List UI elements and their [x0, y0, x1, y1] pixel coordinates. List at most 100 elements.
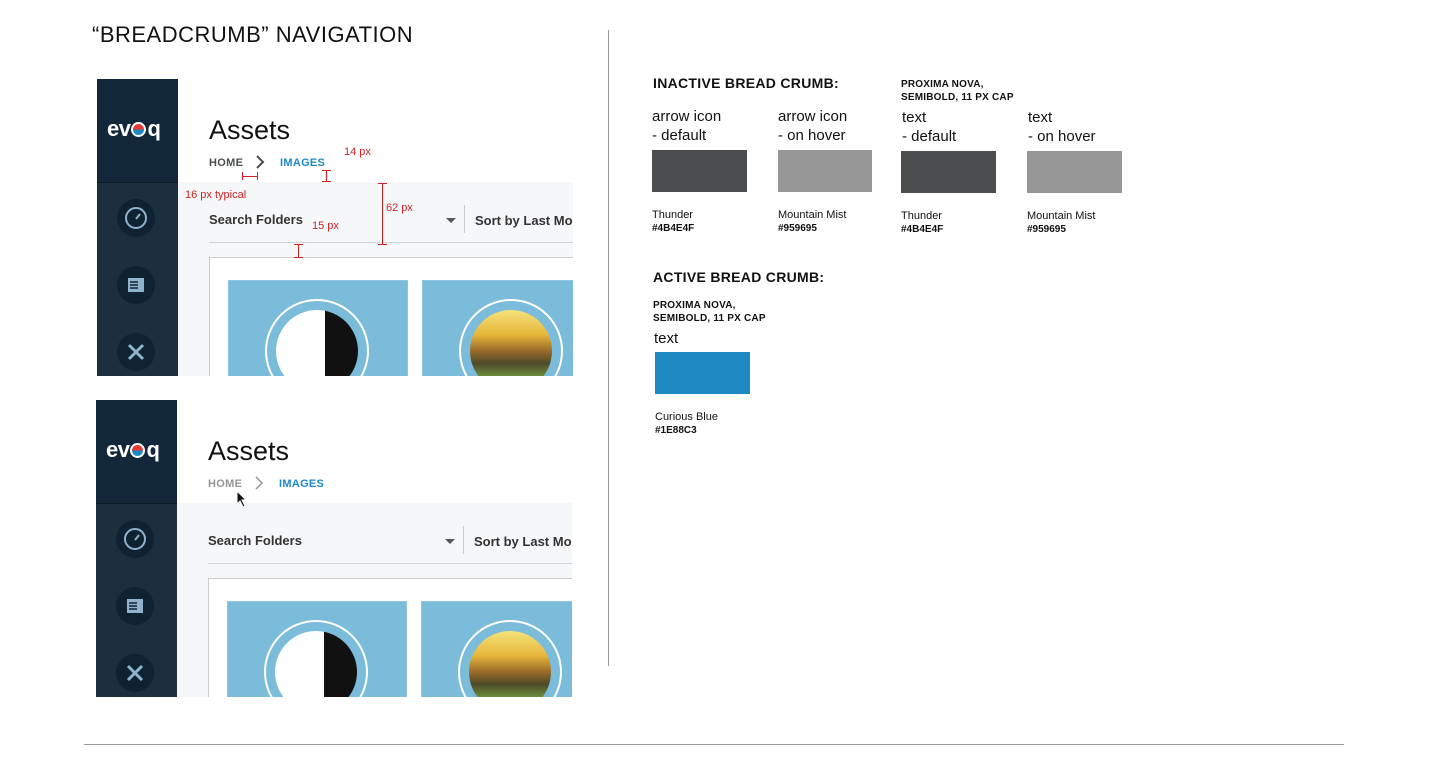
chevron-down-icon[interactable]	[445, 539, 455, 544]
annotation-line	[294, 257, 303, 258]
font-note-line: SEMIBOLD, 11 PX CAP	[653, 313, 766, 324]
chevron-down-icon[interactable]	[446, 218, 456, 223]
active-font-note: PROXIMA NOVA, SEMIBOLD, 11 PX CAP	[653, 299, 766, 325]
font-note-line: PROXIMA NOVA,	[901, 79, 984, 90]
vertical-divider	[608, 30, 609, 666]
color-name: Curious Blue	[655, 411, 718, 423]
swatch-curious-blue	[655, 352, 750, 394]
annotation-16px: 16 px typical	[185, 189, 247, 201]
color-name: Mountain Mist	[1027, 210, 1096, 222]
font-note-line: SEMIBOLD, 11 PX CAP	[901, 92, 1014, 103]
swatch-label-line: text	[1028, 109, 1053, 126]
breadcrumb-arrow-icon	[254, 475, 264, 496]
toolbar-separator	[464, 205, 465, 233]
color-name: Mountain Mist	[778, 209, 847, 221]
swatch-mountain-mist	[778, 150, 872, 192]
thumbnail-image	[470, 310, 552, 376]
annotation-15px: 15 px	[312, 220, 339, 232]
mockup-hover: ev q Assets HOME IMAGES Search Folders So…	[96, 400, 572, 697]
active-label: text	[654, 330, 679, 347]
page-title: “BREADCRUMB” NAVIGATION	[92, 22, 414, 47]
breadcrumb-home[interactable]: HOME	[208, 478, 242, 490]
swatch-label-line: text	[902, 109, 927, 126]
swatch-label-line: arrow icon	[778, 108, 848, 125]
evoq-logo[interactable]: ev q	[106, 437, 160, 463]
toolbar-separator	[463, 526, 464, 554]
sort-dropdown[interactable]: Sort by Last Mo	[475, 213, 573, 228]
annotation-line	[242, 176, 258, 177]
folder-thumb	[265, 299, 369, 376]
swatch-label-line: arrow icon	[652, 108, 722, 125]
swatch-caption: Curious Blue #1E88C3	[655, 410, 718, 438]
color-hex: #1E88C3	[655, 425, 697, 436]
color-hex: #4B4E4F	[652, 223, 695, 234]
thumbnail-image	[469, 631, 551, 697]
folder-thumb	[264, 620, 368, 697]
thumbnail-image	[276, 310, 358, 376]
swatch-thunder	[652, 150, 747, 192]
annotation-line	[378, 244, 387, 245]
color-hex: #4B4E4F	[901, 224, 944, 235]
thumbnail-image	[275, 631, 357, 697]
logo-area[interactable]: ev q	[97, 79, 178, 183]
annotation-line	[378, 183, 387, 184]
breadcrumb-images[interactable]: IMAGES	[280, 157, 325, 169]
swatch-label: text - on hover	[1028, 108, 1096, 146]
folder-thumb	[459, 299, 563, 376]
annotation-62px: 62 px	[386, 202, 413, 214]
swatch-label-line: - default	[652, 127, 707, 144]
swatch-caption: Mountain Mist #959695	[1027, 209, 1095, 237]
swatch-caption: Thunder #4B4E4F	[652, 208, 694, 236]
swatch-label: arrow icon - default	[652, 107, 721, 145]
asset-grid	[208, 578, 572, 697]
folder-card[interactable]	[227, 601, 407, 697]
swatch-caption: Thunder #4B4E4F	[901, 209, 943, 237]
logo-area[interactable]: ev q	[96, 400, 177, 504]
search-folders[interactable]: Search Folders	[208, 533, 302, 548]
swatch-label: text - default	[902, 108, 956, 146]
color-hex: #959695	[778, 223, 817, 234]
annotation-line	[322, 170, 331, 171]
toolbar-underline	[209, 242, 573, 243]
annotation-line	[294, 244, 303, 245]
annotation-14px: 14 px	[344, 146, 371, 158]
color-hex: #959695	[1027, 224, 1066, 235]
search-folders[interactable]: Search Folders	[209, 212, 303, 227]
folder-card[interactable]	[421, 601, 572, 697]
tools-icon[interactable]	[117, 333, 155, 371]
dashboard-icon[interactable]	[117, 199, 155, 237]
content-icon[interactable]	[116, 587, 154, 625]
breadcrumb-home[interactable]: HOME	[209, 157, 243, 169]
breadcrumb-images[interactable]: IMAGES	[279, 478, 324, 490]
swatch-label-line: - default	[902, 128, 957, 145]
swatch-label: arrow icon - on hover	[778, 107, 847, 145]
folder-card[interactable]	[422, 280, 573, 376]
content-icon[interactable]	[117, 266, 155, 304]
evoq-logo[interactable]: ev q	[107, 116, 161, 142]
swatch-caption: Mountain Mist #959695	[778, 208, 846, 236]
font-note-line: PROXIMA NOVA,	[653, 300, 736, 311]
folder-card[interactable]	[228, 280, 408, 376]
tools-icon[interactable]	[116, 654, 154, 692]
asset-grid	[209, 257, 573, 376]
annotation-line	[382, 183, 383, 245]
dashboard-icon[interactable]	[116, 520, 154, 558]
swatch-mountain-mist	[1027, 151, 1122, 193]
inactive-heading: INACTIVE BREAD CRUMB:	[653, 75, 839, 91]
swatch-label-line: - on hover	[1028, 128, 1096, 145]
inactive-font-note: PROXIMA NOVA, SEMIBOLD, 11 PX CAP	[901, 78, 1014, 104]
annotation-line	[242, 172, 243, 180]
assets-title: Assets	[209, 115, 291, 145]
swatch-thunder	[901, 151, 996, 193]
active-heading: ACTIVE BREAD CRUMB:	[653, 269, 825, 285]
color-name: Thunder	[901, 210, 942, 222]
horizontal-divider	[84, 744, 1344, 745]
toolbar-underline	[208, 563, 572, 564]
mouse-cursor-icon	[236, 489, 248, 513]
color-name: Thunder	[652, 209, 693, 221]
sort-dropdown[interactable]: Sort by Last Mo	[474, 534, 572, 549]
annotation-line	[298, 244, 299, 258]
assets-title: Assets	[208, 436, 290, 466]
swatch-label-line: - on hover	[778, 127, 846, 144]
annotation-line	[257, 172, 258, 180]
